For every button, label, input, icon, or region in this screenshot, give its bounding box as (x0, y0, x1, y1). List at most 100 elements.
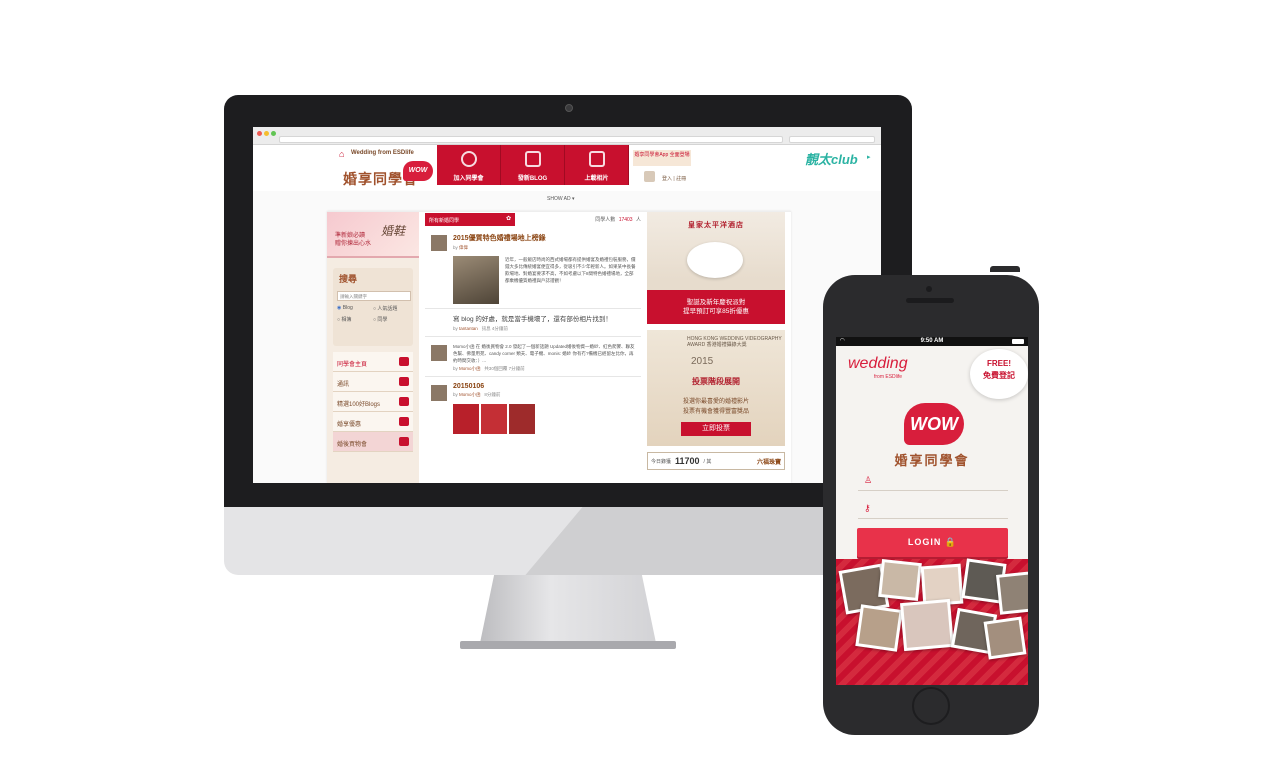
post-author[interactable]: Momo小函 (459, 366, 481, 371)
nav-join-club[interactable]: 加入同學會 (437, 145, 501, 185)
badge-icon (399, 397, 409, 406)
sidebar-item-label: 通訊 (337, 382, 350, 388)
post-byline: by 偉偉 (453, 245, 469, 250)
post-text: 寫 blog 的好處，就是當手機壞了，還有部份相片找到！ (453, 316, 612, 323)
chevron-right-icon[interactable]: ▸ (867, 153, 871, 161)
vote-button[interactable]: 立即投票 (681, 422, 751, 436)
radio-classmates[interactable]: 同學 (373, 316, 409, 323)
avatar[interactable] (431, 385, 447, 401)
hotel-ad[interactable]: 皇家太平洋酒店 聖誕及新年慶祝派對 提早預訂可享85折優惠 (647, 212, 785, 324)
ad-line: 贈你揀出心水 (335, 241, 372, 247)
member-count-label: 同學人數 (595, 217, 616, 223)
nav-label: 發新BLOG (517, 176, 548, 182)
browser-search-bar[interactable] (789, 136, 875, 143)
videography-award-ad[interactable]: HONG KONG WEDDING VIDEOGRAPHY AWARD 香港婚禮… (647, 330, 785, 446)
free-register-badge[interactable]: FREE! 免費登記 (970, 349, 1028, 399)
app-promo-banner[interactable]: 婚享同學會App 全面登場 (633, 150, 691, 166)
wifi-icon: ◠ (840, 338, 845, 344)
search-options-row: Blog 人氣話題 (337, 305, 409, 312)
sidebar-item-home[interactable]: 同學會主頁 (333, 352, 413, 372)
phone-camera (926, 286, 932, 292)
post-author[interactable]: Momo小函 (459, 392, 481, 397)
post-author[interactable]: tantantan (459, 326, 478, 331)
free-badge-line: FREE! (987, 359, 1011, 368)
free-badge-line: 免費登記 (983, 371, 1015, 380)
radio-hot-topics[interactable]: 人氣話題 (373, 305, 409, 312)
counter-brand: 六福珠寶 (756, 459, 781, 466)
nav-new-blog[interactable]: 發新BLOG (501, 145, 565, 185)
member-count-value: 17403 (618, 217, 633, 223)
feed-post[interactable]: Momo小函 在 婚後買物會 2.0 發起了一個新話題 Updated婚後物資一… (425, 337, 641, 377)
photo-gallery (453, 404, 637, 434)
search-input[interactable]: 請輸入關鍵字 (337, 291, 411, 301)
sidebar-item-messages[interactable]: 通訊 (333, 372, 413, 392)
status-bar: ◠ 9:50 AM (836, 337, 1028, 346)
award-stage: 投票階段展開 (692, 377, 740, 386)
avatar[interactable] (644, 171, 655, 182)
feed-post[interactable]: 20150106 by Momo小函 8分鐘前 (425, 377, 641, 438)
search-panel: 搜尋 請輸入關鍵字 Blog 人氣話題 相簿 同學 (333, 268, 413, 346)
post-image[interactable] (453, 256, 499, 304)
sidebar-item-marketplace[interactable]: 婚後買物會 (333, 432, 413, 452)
avatar[interactable] (431, 235, 447, 251)
gallery-photo[interactable] (453, 404, 479, 434)
side-menu: 同學會主頁 通訊 精選100好Blogs 婚享優惠 婚後買物會 (333, 352, 413, 452)
desktop-screen: ⌂ Wedding from ESDlife 婚享同學會 WOW 加入同學會 發… (253, 127, 881, 483)
counter-label: 今日錄獲 (651, 458, 672, 465)
feed-post[interactable]: 2015優質特色婚禮場地上榜錄 by 偉偉 近年，一般飯店時尚的西式婚場都有提供… (425, 227, 641, 309)
avatar[interactable] (431, 345, 447, 361)
search-options-row: 相簿 同學 (337, 316, 409, 323)
photo-upload-icon (589, 151, 605, 167)
nav-upload-photo[interactable]: 上載相片 (565, 145, 629, 185)
mobile-screen: ◠ 9:50 AM wedding from ESDlife FREE! 免費登… (836, 337, 1028, 685)
brand-tagline: Wedding from ESDlife (351, 150, 414, 156)
collage-photo (983, 616, 1027, 660)
photo-collage (836, 558, 1028, 685)
post-meta: by tantantan 訊息 4分鐘前 (453, 326, 508, 331)
radio-blog[interactable]: Blog (337, 305, 373, 312)
password-field[interactable]: ⚷ (858, 501, 1008, 519)
radio-albums[interactable]: 相簿 (337, 316, 373, 323)
collage-photo (900, 598, 954, 652)
show-ad-toggle[interactable]: SHOW AD ▾ (547, 196, 575, 202)
counter-value: 11700 (675, 456, 700, 466)
member-count: 同學人數 17403 人 (595, 216, 641, 223)
home-icon[interactable]: ⌂ (339, 149, 344, 159)
username-field[interactable]: ♙ (858, 473, 1008, 491)
phone-home-button[interactable] (912, 687, 950, 725)
sidebar-item-label: 婚享優惠 (337, 422, 362, 428)
activity-feed: 所有新婚同學 同學人數 17403 人 2015優質特色婚禮場地上榜錄 by 偉… (425, 212, 641, 483)
award-header: HONG KONG WEDDING VIDEOGRAPHY AWARD 香港婚禮… (687, 336, 782, 348)
sidebar-item-top-blogs[interactable]: 精選100好Blogs (333, 392, 413, 412)
ad-headline: 婚鞋 (381, 224, 406, 238)
post-author[interactable]: 偉偉 (459, 245, 468, 250)
feed-header: 所有新婚同學 同學人數 17403 人 (425, 212, 641, 227)
post-meta: by Momo小函 共30個回覆 7分鐘前 (453, 366, 525, 371)
product-showcase: ⌂ Wedding from ESDlife 婚享同學會 WOW 加入同學會 發… (0, 0, 1280, 779)
user-icon: ♙ (864, 475, 873, 485)
gallery-photo[interactable] (481, 404, 507, 434)
sidebar-item-offers[interactable]: 婚享優惠 (333, 412, 413, 432)
post-title[interactable]: 20150106 (453, 383, 637, 390)
login-register-links[interactable]: 登入 | 註冊 (662, 175, 686, 182)
club-logo[interactable]: 靚太club (805, 149, 858, 168)
imac-chin (224, 507, 912, 575)
login-button[interactable]: LOGIN 🔒 (857, 528, 1008, 557)
dessert-plate-image (687, 242, 743, 278)
sidebar-item-label: 婚後買物會 (337, 442, 368, 448)
feed-post[interactable]: 寫 blog 的好處，就是當手機壞了，還有部份相片找到！ by tantanta… (425, 309, 641, 337)
minimize-window-icon[interactable] (264, 131, 269, 136)
feed-tab[interactable]: 所有新婚同學 (425, 213, 515, 226)
heart-icon (399, 437, 409, 446)
close-window-icon[interactable] (257, 131, 262, 136)
shoe-ad-banner[interactable]: 準新娘必讀 贈你揀出心水 婚鞋 (327, 212, 419, 258)
post-title[interactable]: 2015優質特色婚禮場地上榜錄 (453, 233, 637, 243)
gift-icon (399, 417, 409, 426)
gallery-photo[interactable] (509, 404, 535, 434)
address-bar[interactable] (279, 136, 783, 143)
wow-logo-badge: WOW (904, 403, 964, 445)
maximize-window-icon[interactable] (271, 131, 276, 136)
main-nav: 加入同學會 發新BLOG 上載相片 (437, 145, 629, 191)
collage-photo (996, 571, 1028, 615)
jewellery-counter-ad[interactable]: 今日錄獲 11700 / 其 六福珠寶 (647, 452, 785, 470)
